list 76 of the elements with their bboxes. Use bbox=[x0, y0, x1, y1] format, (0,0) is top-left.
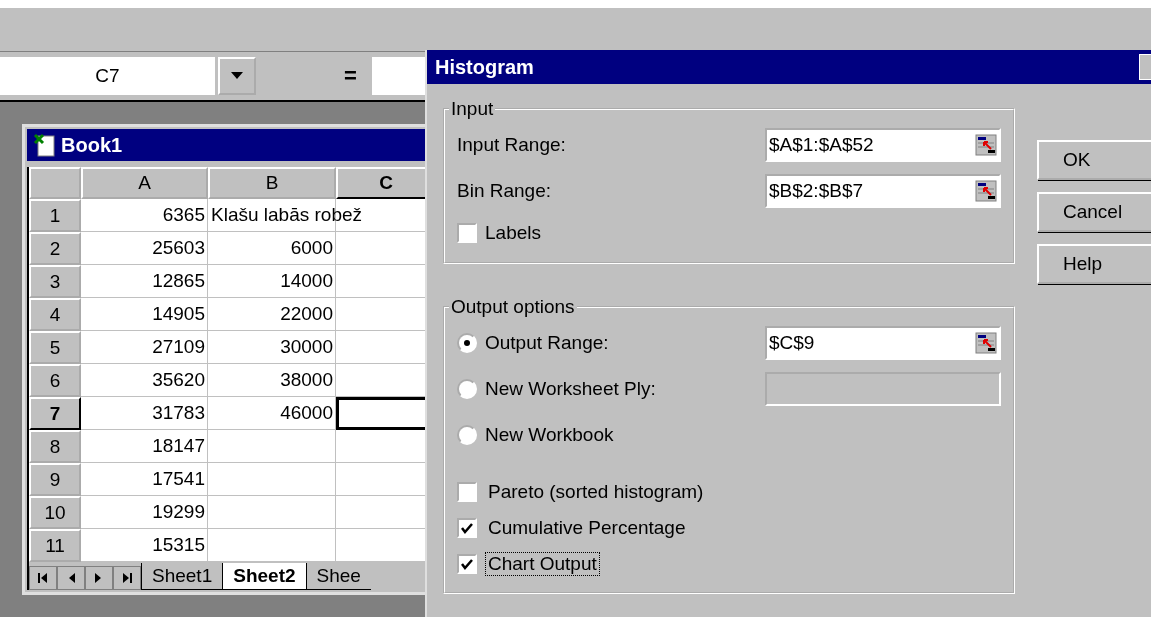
dialog-title: Histogram bbox=[435, 55, 534, 79]
field-label: Bin Range: bbox=[457, 180, 551, 202]
sheet-tab[interactable]: Shee bbox=[305, 563, 371, 590]
cell-text: 18147 bbox=[152, 435, 205, 457]
equals-sign[interactable]: = bbox=[344, 63, 364, 89]
row-header[interactable]: 3 bbox=[29, 265, 81, 298]
name-box[interactable]: C7 bbox=[0, 57, 215, 95]
checkbox[interactable] bbox=[457, 518, 477, 538]
cell-text: 15315 bbox=[152, 534, 205, 556]
cell-text: 6000 bbox=[290, 237, 333, 259]
range-field[interactable]: $B$2:$B$7 bbox=[765, 174, 1001, 208]
range-picker-icon[interactable] bbox=[975, 180, 997, 202]
row-header[interactable]: 9 bbox=[29, 463, 81, 496]
radio-button[interactable] bbox=[457, 425, 477, 445]
cell-text: 14905 bbox=[152, 303, 205, 325]
row-header[interactable]: 4 bbox=[29, 298, 81, 331]
checkbox-label: Chart Output bbox=[485, 552, 600, 576]
group-legend: Output options bbox=[449, 296, 577, 318]
cell-text: 35620 bbox=[152, 369, 205, 391]
cell-text: Klašu labās robež bbox=[211, 204, 363, 226]
range-field[interactable]: $A$1:$A$52 bbox=[765, 128, 1001, 162]
window-title: Book1 bbox=[61, 133, 123, 157]
cell-text: 31783 bbox=[152, 402, 205, 424]
cell-text: 27109 bbox=[152, 336, 205, 358]
checkbox-label: Labels bbox=[485, 222, 541, 244]
checkbox[interactable] bbox=[457, 223, 477, 243]
radio-button[interactable] bbox=[457, 379, 477, 399]
cell-text: 6365 bbox=[162, 204, 205, 226]
row-header[interactable]: 2 bbox=[29, 232, 81, 265]
radio-label: Output Range: bbox=[485, 332, 609, 354]
cell-text: 25603 bbox=[152, 237, 205, 259]
column-header[interactable]: A bbox=[81, 167, 208, 199]
caret-icon bbox=[231, 72, 243, 80]
range-picker-icon[interactable] bbox=[975, 332, 997, 354]
cell-text: 38000 bbox=[280, 369, 333, 391]
checkbox[interactable] bbox=[457, 482, 477, 502]
row-header[interactable]: 11 bbox=[29, 529, 81, 562]
sheet-tab[interactable]: Sheet2 bbox=[222, 563, 306, 590]
row-header[interactable]: 1 bbox=[29, 199, 81, 232]
checkbox[interactable] bbox=[457, 554, 477, 574]
next-sheet-button[interactable] bbox=[85, 566, 113, 590]
checkbox-label: Pareto (sorted histogram) bbox=[487, 480, 705, 504]
dropdown-button[interactable] bbox=[218, 57, 256, 95]
previous-sheet-button[interactable] bbox=[57, 566, 85, 590]
cell-text: 30000 bbox=[280, 336, 333, 358]
row-header[interactable]: 6 bbox=[29, 364, 81, 397]
first-sheet-button[interactable] bbox=[29, 566, 57, 590]
cell-text: 12865 bbox=[152, 270, 205, 292]
radio-button[interactable] bbox=[457, 333, 477, 353]
dialog-button[interactable]: OK bbox=[1037, 140, 1151, 180]
last-sheet-button[interactable] bbox=[113, 566, 141, 590]
cell-text: 22000 bbox=[280, 303, 333, 325]
left-arrow-bar-icon bbox=[37, 572, 49, 584]
column-header[interactable]: B bbox=[208, 167, 336, 199]
range-picker-icon[interactable] bbox=[975, 134, 997, 156]
dialog-button[interactable]: Cancel bbox=[1037, 192, 1151, 232]
radio-label: New Worksheet Ply: bbox=[485, 378, 656, 400]
row-header[interactable]: 8 bbox=[29, 430, 81, 463]
row-header[interactable]: 7 bbox=[29, 397, 81, 430]
range-field[interactable]: $C$9 bbox=[765, 326, 1001, 360]
cell-text: 46000 bbox=[280, 402, 333, 424]
cell-text: 17541 bbox=[152, 468, 205, 490]
field-label: Input Range: bbox=[457, 134, 566, 156]
sheet-tab[interactable]: Sheet1 bbox=[141, 563, 223, 590]
group-legend: Input bbox=[449, 98, 496, 120]
right-arrow-bar-icon bbox=[121, 572, 133, 584]
workbook-icon bbox=[33, 133, 55, 157]
radio-label: New Workbook bbox=[485, 424, 614, 446]
cell-text: 19299 bbox=[152, 501, 205, 523]
checkmark-icon bbox=[460, 557, 474, 571]
dialog-button[interactable]: Help bbox=[1037, 244, 1151, 284]
checkbox-label: Cumulative Percentage bbox=[487, 516, 687, 540]
row-header[interactable]: 5 bbox=[29, 331, 81, 364]
row-header[interactable]: 10 bbox=[29, 496, 81, 529]
checkmark-icon bbox=[460, 521, 474, 535]
cell-text: 14000 bbox=[280, 270, 333, 292]
